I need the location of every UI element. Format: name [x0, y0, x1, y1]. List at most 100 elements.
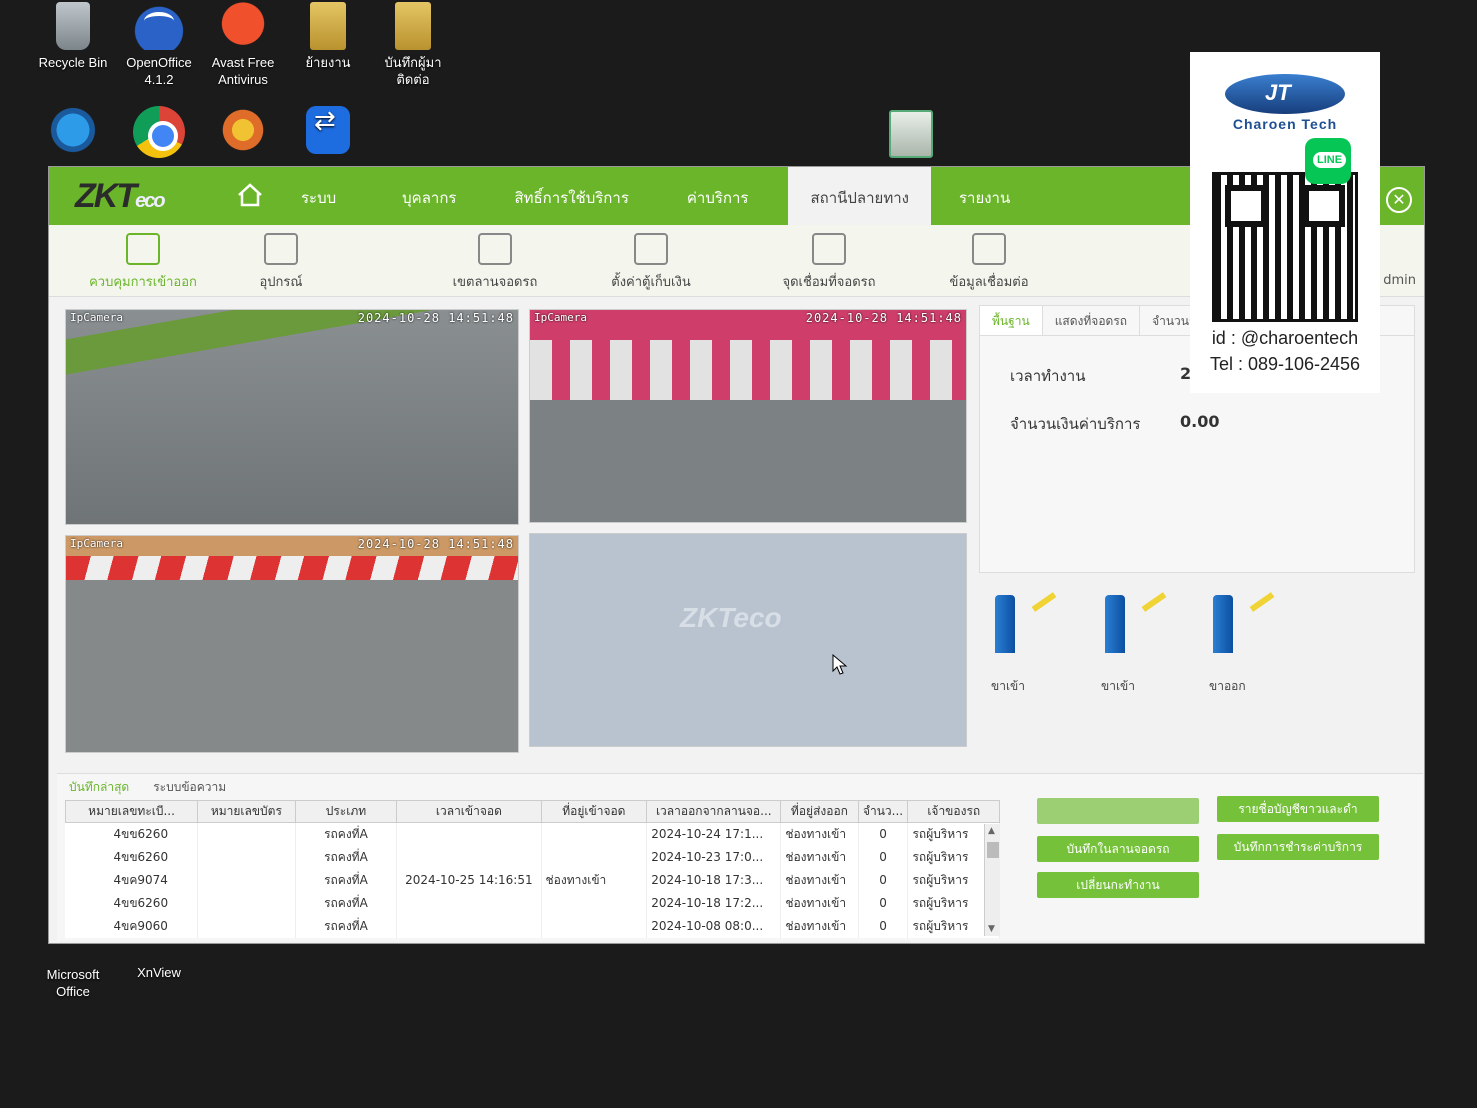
tool-parking-link[interactable]: จุดเชื่อมที่จอดรถ: [759, 233, 899, 292]
cell-type: รถคงที่A: [295, 822, 398, 846]
nav-service-fee[interactable]: ค่าบริการ: [665, 167, 789, 225]
internet-explorer-icon: [46, 106, 100, 154]
tool-parking-zone[interactable]: เขตลานจอดรถ: [425, 233, 565, 292]
cell-exit-time: 2024-10-23 17:0...: [646, 845, 782, 869]
cell-exit-time: 2024-10-08 08:0...: [646, 914, 782, 938]
charoen-tech-logo: [1225, 74, 1345, 114]
camera-name: IpCamera: [534, 311, 587, 324]
table-header-row: หมายเลขทะเบี... หมายเลขบัตร ประเภท เวลาเ…: [64, 800, 1000, 823]
recycle-bin-icon: [56, 2, 90, 50]
tab-basic[interactable]: พื้นฐาน: [980, 306, 1043, 335]
desktop-icon-teamviewer[interactable]: [283, 106, 373, 158]
change-shift-button[interactable]: เปลี่ยนกะทำงาน: [1037, 872, 1199, 898]
gate-label: ขาเข้า: [1101, 679, 1135, 693]
col-owner[interactable]: เจ้าของรถ: [907, 800, 1000, 823]
teamviewer-icon: [306, 106, 350, 154]
col-count[interactable]: จำนว...: [857, 800, 909, 823]
tool-device[interactable]: อุปกรณ์: [211, 233, 351, 292]
camera-name: IpCamera: [70, 537, 123, 550]
cell-entry-location: [541, 891, 648, 915]
nav-report[interactable]: รายงาน: [931, 167, 1032, 225]
col-exit-time[interactable]: เวลาออกจากลานจอ...: [646, 800, 782, 823]
tool-access-control[interactable]: ควบคุมการเข้าออก: [73, 233, 213, 292]
chrome-icon: [133, 106, 185, 158]
folder-icon: [310, 2, 346, 50]
desktop-icon-xnview[interactable]: XnView: [114, 964, 204, 981]
tab-message-system[interactable]: ระบบข้อความ: [141, 774, 238, 800]
desktop-icon-label: Avast Free Antivirus: [211, 55, 275, 87]
tool-label: จุดเชื่อมที่จอดรถ: [782, 275, 876, 290]
phone-text: Tel : 089-106-2456: [1209, 354, 1361, 374]
col-type[interactable]: ประเภท: [294, 800, 398, 823]
desktop-icon-chrome[interactable]: [114, 106, 204, 162]
nav-personnel[interactable]: บุคลากร: [380, 167, 492, 225]
cell-plate: 4ขข6260: [65, 822, 199, 846]
desktop-icon-folder-move[interactable]: ย้ายงาน: [283, 2, 373, 71]
camera-feed-1[interactable]: IpCamera 2024-10-28 14:51:48: [65, 309, 519, 525]
col-plate[interactable]: หมายเลขทะเบี...: [64, 800, 199, 823]
camera-feed-2[interactable]: IpCamera 2024-10-28 14:51:48: [529, 309, 967, 523]
car-icon: [478, 233, 512, 265]
records-table: หมายเลขทะเบี... หมายเลขบัตร ประเภท เวลาเ…: [64, 800, 1000, 938]
camera-placeholder-logo: ZKTeco: [680, 602, 782, 633]
camera-feed-3[interactable]: IpCamera 2024-10-28 14:51:48: [65, 535, 519, 753]
camera-feed-empty[interactable]: ZKTeco: [529, 533, 967, 747]
desktop-icon-folder-visitors[interactable]: บันทึกผู้มาติดต่อ: [368, 2, 458, 88]
desktop-icon-label: Recycle Bin: [38, 55, 108, 70]
table-row[interactable]: 4ขข6260 รถคงที่A 2024-10-18 17:2... ช่อง…: [65, 891, 1000, 915]
gate-entry-1[interactable]: ขาเข้า: [985, 592, 1075, 696]
cell-exit-time: 2024-10-18 17:2...: [646, 891, 782, 915]
cell-plate: 4ขค9060: [65, 914, 199, 938]
table-scrollbar[interactable]: ▲ ▼: [984, 824, 1000, 936]
record-in-lot-button[interactable]: บันทึกในลานจอดรถ: [1037, 836, 1199, 862]
nav-access-rights[interactable]: สิทธิ์การใช้บริการ: [492, 167, 664, 225]
table-row[interactable]: 4ขข6260 รถคงที่A 2024-10-24 17:1... ช่อง…: [65, 822, 1000, 846]
col-entry-location[interactable]: ที่อยู่เข้าจอด: [540, 800, 648, 823]
cell-entry-location: [541, 914, 648, 938]
table-row[interactable]: 4ขค9074 รถคงที่A 2024-10-25 14:16:51 ช่อ…: [65, 868, 1000, 892]
cell-entry-location: [541, 845, 648, 869]
desktop-icon-openoffice[interactable]: OpenOffice 4.1.2: [114, 2, 204, 88]
cell-type: รถคงที่A: [295, 914, 398, 938]
cell-exit-time: 2024-10-18 17:3...: [646, 868, 782, 892]
tab-parking-display[interactable]: แสดงที่จอดรถ: [1043, 306, 1141, 335]
current-user-label: dmin: [1383, 273, 1416, 288]
col-card[interactable]: หมายเลขบัตร: [197, 800, 296, 823]
col-exit-location[interactable]: ที่อยู่ส่งออก: [780, 800, 859, 823]
scroll-up-icon[interactable]: ▲: [988, 826, 995, 836]
service-amount-value: 0.00: [1180, 412, 1220, 431]
whitelist-blacklist-button[interactable]: รายชื่อบัญชีขาวและดำ: [1217, 796, 1379, 822]
table-row[interactable]: 4ขข6260 รถคงที่A 2024-10-23 17:0... ช่อง…: [65, 845, 1000, 869]
avast-icon: [216, 2, 270, 50]
gate-entry-2[interactable]: ขาเข้า: [1095, 592, 1185, 696]
cell-count: 0: [858, 845, 909, 869]
desktop-icon-spreadsheet[interactable]: [866, 110, 956, 162]
tool-connection-data[interactable]: ข้อมูลเชื่อมต่อ: [919, 233, 1059, 292]
tool-label: ควบคุมการเข้าออก: [89, 275, 197, 290]
desktop-icon-ie[interactable]: [28, 106, 118, 158]
cell-type: รถคงที่A: [295, 868, 398, 892]
desktop-icon-label: Microsoft Office: [46, 967, 100, 999]
nav-terminal-station[interactable]: สถานีปลายทาง: [788, 167, 931, 225]
tool-cashbox-settings[interactable]: ตั้งค่าตู้เก็บเงิน: [581, 233, 721, 292]
desktop-icon-label: XnView: [137, 965, 181, 980]
table-row[interactable]: 4ขค9060 รถคงที่A 2024-10-08 08:0... ช่อง…: [65, 914, 1000, 938]
tab-latest-records[interactable]: บันทึกล่าสุด: [57, 774, 141, 800]
desktop-icon-recycle-bin[interactable]: Recycle Bin: [28, 2, 118, 71]
cell-plate: 4ขข6260: [65, 845, 199, 869]
tool-label: ข้อมูลเชื่อมต่อ: [949, 275, 1029, 290]
gate-exit[interactable]: ขาออก: [1203, 592, 1293, 696]
scroll-thumb[interactable]: [987, 842, 999, 858]
nav-system[interactable]: ระบบ: [281, 167, 380, 225]
desktop-icon-ms-office[interactable]: Microsoft Office: [28, 966, 118, 1000]
record-payment-button[interactable]: บันทึกการชำระค่าบริการ: [1217, 834, 1379, 860]
close-icon[interactable]: ✕: [1386, 187, 1412, 213]
faded-action-button[interactable]: [1037, 798, 1199, 824]
scroll-down-icon[interactable]: ▼: [988, 924, 995, 934]
cell-count: 0: [858, 868, 909, 892]
desktop-icon-label: OpenOffice 4.1.2: [126, 55, 192, 87]
col-entry-time[interactable]: เวลาเข้าจอด: [396, 800, 542, 823]
desktop-icon-keypass[interactable]: [198, 106, 288, 158]
home-icon[interactable]: [237, 183, 263, 207]
desktop-icon-avast[interactable]: Avast Free Antivirus: [198, 2, 288, 88]
